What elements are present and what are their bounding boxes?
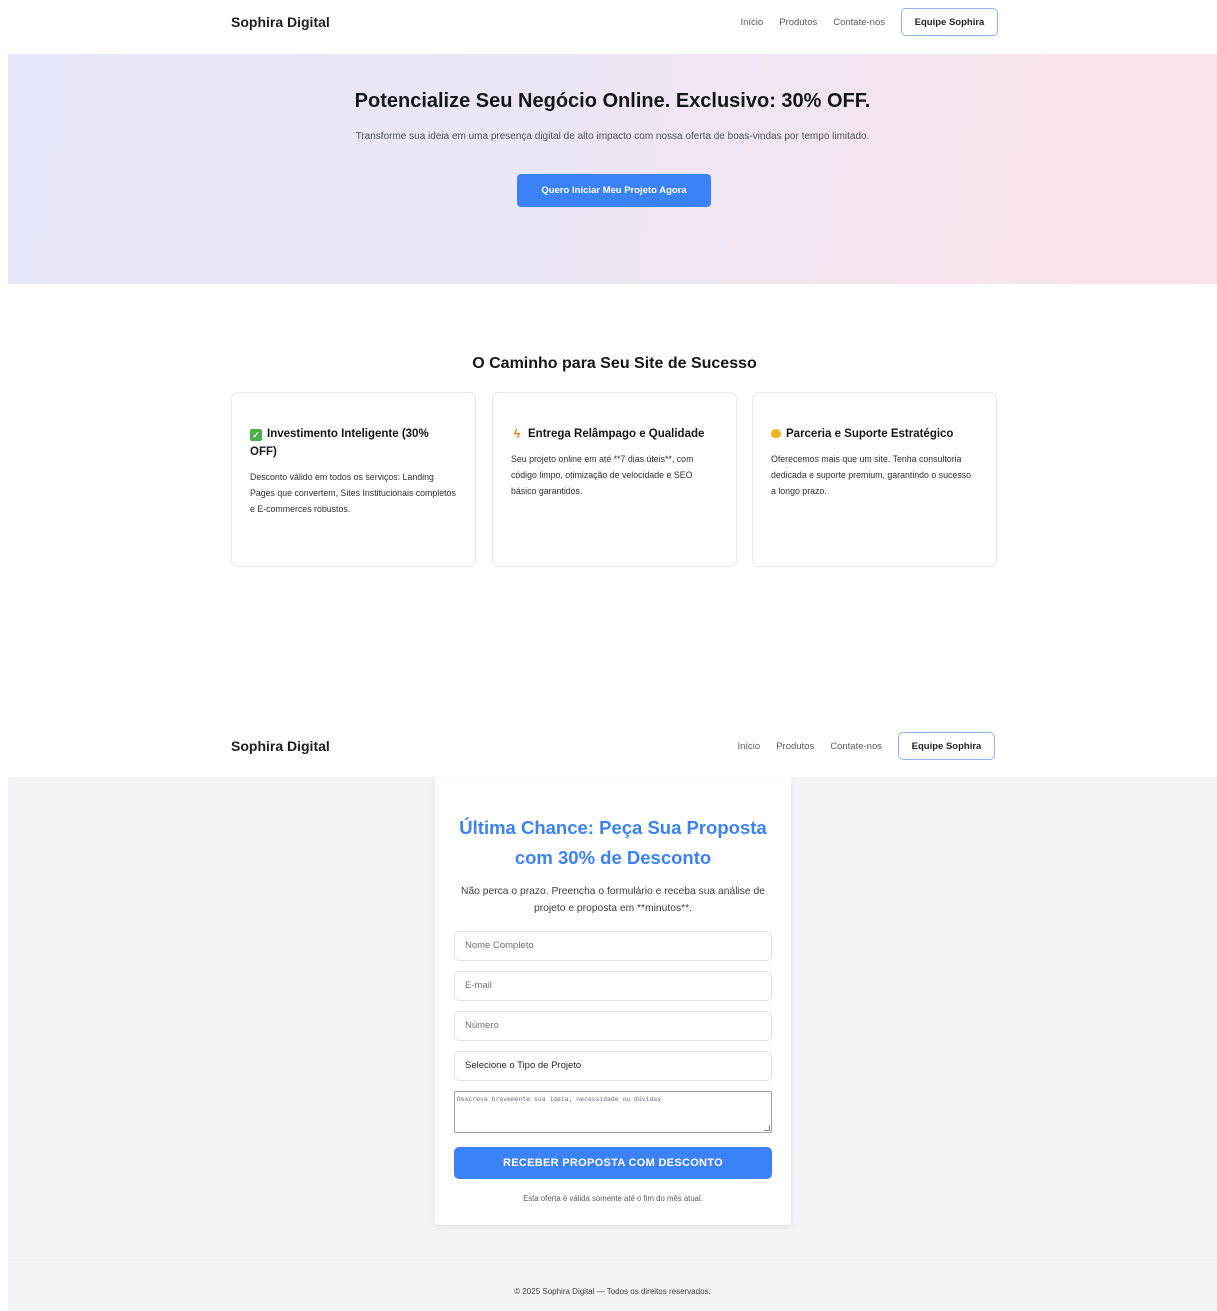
feature-card-title-text: Parceria e Suporte Estratégico: [786, 428, 954, 440]
brand-logo[interactable]: Sophira Digital: [231, 738, 330, 754]
footer: © 2025 Sophira Digital — Todos os direit…: [8, 1263, 1217, 1311]
footer-copyright: © 2025 Sophira Digital — Todos os direit…: [514, 1287, 711, 1296]
features-title: O Caminho para Seu Site de Sucesso: [472, 355, 757, 372]
top-navbar: Sophira Digital Início Produtos Contate-…: [0, 0, 1217, 44]
hero-title: Potencialize Seu Negócio Online. Exclusi…: [354, 90, 871, 112]
offer-note: Esta oferta é válida somente até o fim d…: [523, 1194, 703, 1203]
proposal-form-card: Última Chance: Peça Sua Proposta com 30%…: [435, 777, 791, 1225]
feature-card-title: ϟ Entrega Relâmpago e Qualidade: [511, 425, 718, 443]
form-subtitle: Não perca o prazo. Preencha o formulário…: [461, 886, 765, 914]
feature-card-title: Parceria e Suporte Estratégico: [771, 425, 978, 443]
nav-links: Início Produtos Contate-nos Equipe Sophi…: [737, 732, 995, 760]
feature-card-title-text: Investimento Inteligente (30% OFF): [250, 428, 429, 458]
lightning-icon: ϟ: [513, 427, 521, 441]
feature-card-text: Oferecemos mais que um site. Tenha consu…: [771, 454, 972, 496]
feature-card-text: Desconto válido em todos os serviços: La…: [250, 472, 456, 514]
phone-input[interactable]: Número: [454, 1011, 772, 1041]
feature-card-text: Seu projeto online em até **7 dias úteis…: [511, 454, 694, 496]
name-input[interactable]: Nome Completo: [454, 931, 772, 961]
nav-link-produtos[interactable]: Produtos: [779, 17, 817, 28]
project-type-select[interactable]: Selecione o Tipo de Projeto: [454, 1051, 772, 1081]
nav-link-produtos[interactable]: Produtos: [776, 741, 814, 752]
check-icon: ✓: [250, 429, 262, 441]
submit-proposal-button[interactable]: RECEBER PROPOSTA COM DESCONTO: [454, 1147, 772, 1179]
hero-subtitle: Transforme sua ideia em uma presença dig…: [355, 131, 870, 142]
nav-link-inicio[interactable]: Início: [737, 741, 760, 752]
handshake-icon: [771, 429, 781, 438]
start-project-button[interactable]: Quero Iniciar Meu Projeto Agora: [517, 174, 711, 207]
brand-logo[interactable]: Sophira Digital: [231, 14, 330, 30]
team-button[interactable]: Equipe Sophira: [898, 732, 995, 760]
resize-handle-icon[interactable]: [764, 1125, 770, 1131]
feature-card-title: ✓ Investimento Inteligente (30% OFF): [250, 425, 457, 461]
hero-section: Potencialize Seu Negócio Online. Exclusi…: [8, 54, 1217, 284]
nav-link-contate[interactable]: Contate-nos: [830, 741, 882, 752]
second-navbar: Sophira Digital Início Produtos Contate-…: [0, 724, 1217, 768]
form-title: Última Chance: Peça Sua Proposta com 30%…: [459, 817, 767, 868]
feature-card-investment: ✓ Investimento Inteligente (30% OFF) Desc…: [231, 392, 476, 567]
nav-link-inicio[interactable]: Início: [740, 17, 763, 28]
message-placeholder: Descreva brevemente sua ideia, necessida…: [457, 1095, 661, 1103]
feature-card-delivery: ϟ Entrega Relâmpago e Qualidade Seu proje…: [492, 392, 737, 567]
email-input[interactable]: E-mail: [454, 971, 772, 1001]
feature-card-title-text: Entrega Relâmpago e Qualidade: [528, 428, 705, 440]
feature-card-partnership: Parceria e Suporte Estratégico Oferecemo…: [752, 392, 997, 567]
team-button[interactable]: Equipe Sophira: [901, 8, 998, 36]
nav-link-contate[interactable]: Contate-nos: [833, 17, 885, 28]
message-textarea[interactable]: Descreva brevemente sua ideia, necessida…: [454, 1091, 772, 1133]
nav-links: Início Produtos Contate-nos Equipe Sophi…: [740, 8, 998, 36]
